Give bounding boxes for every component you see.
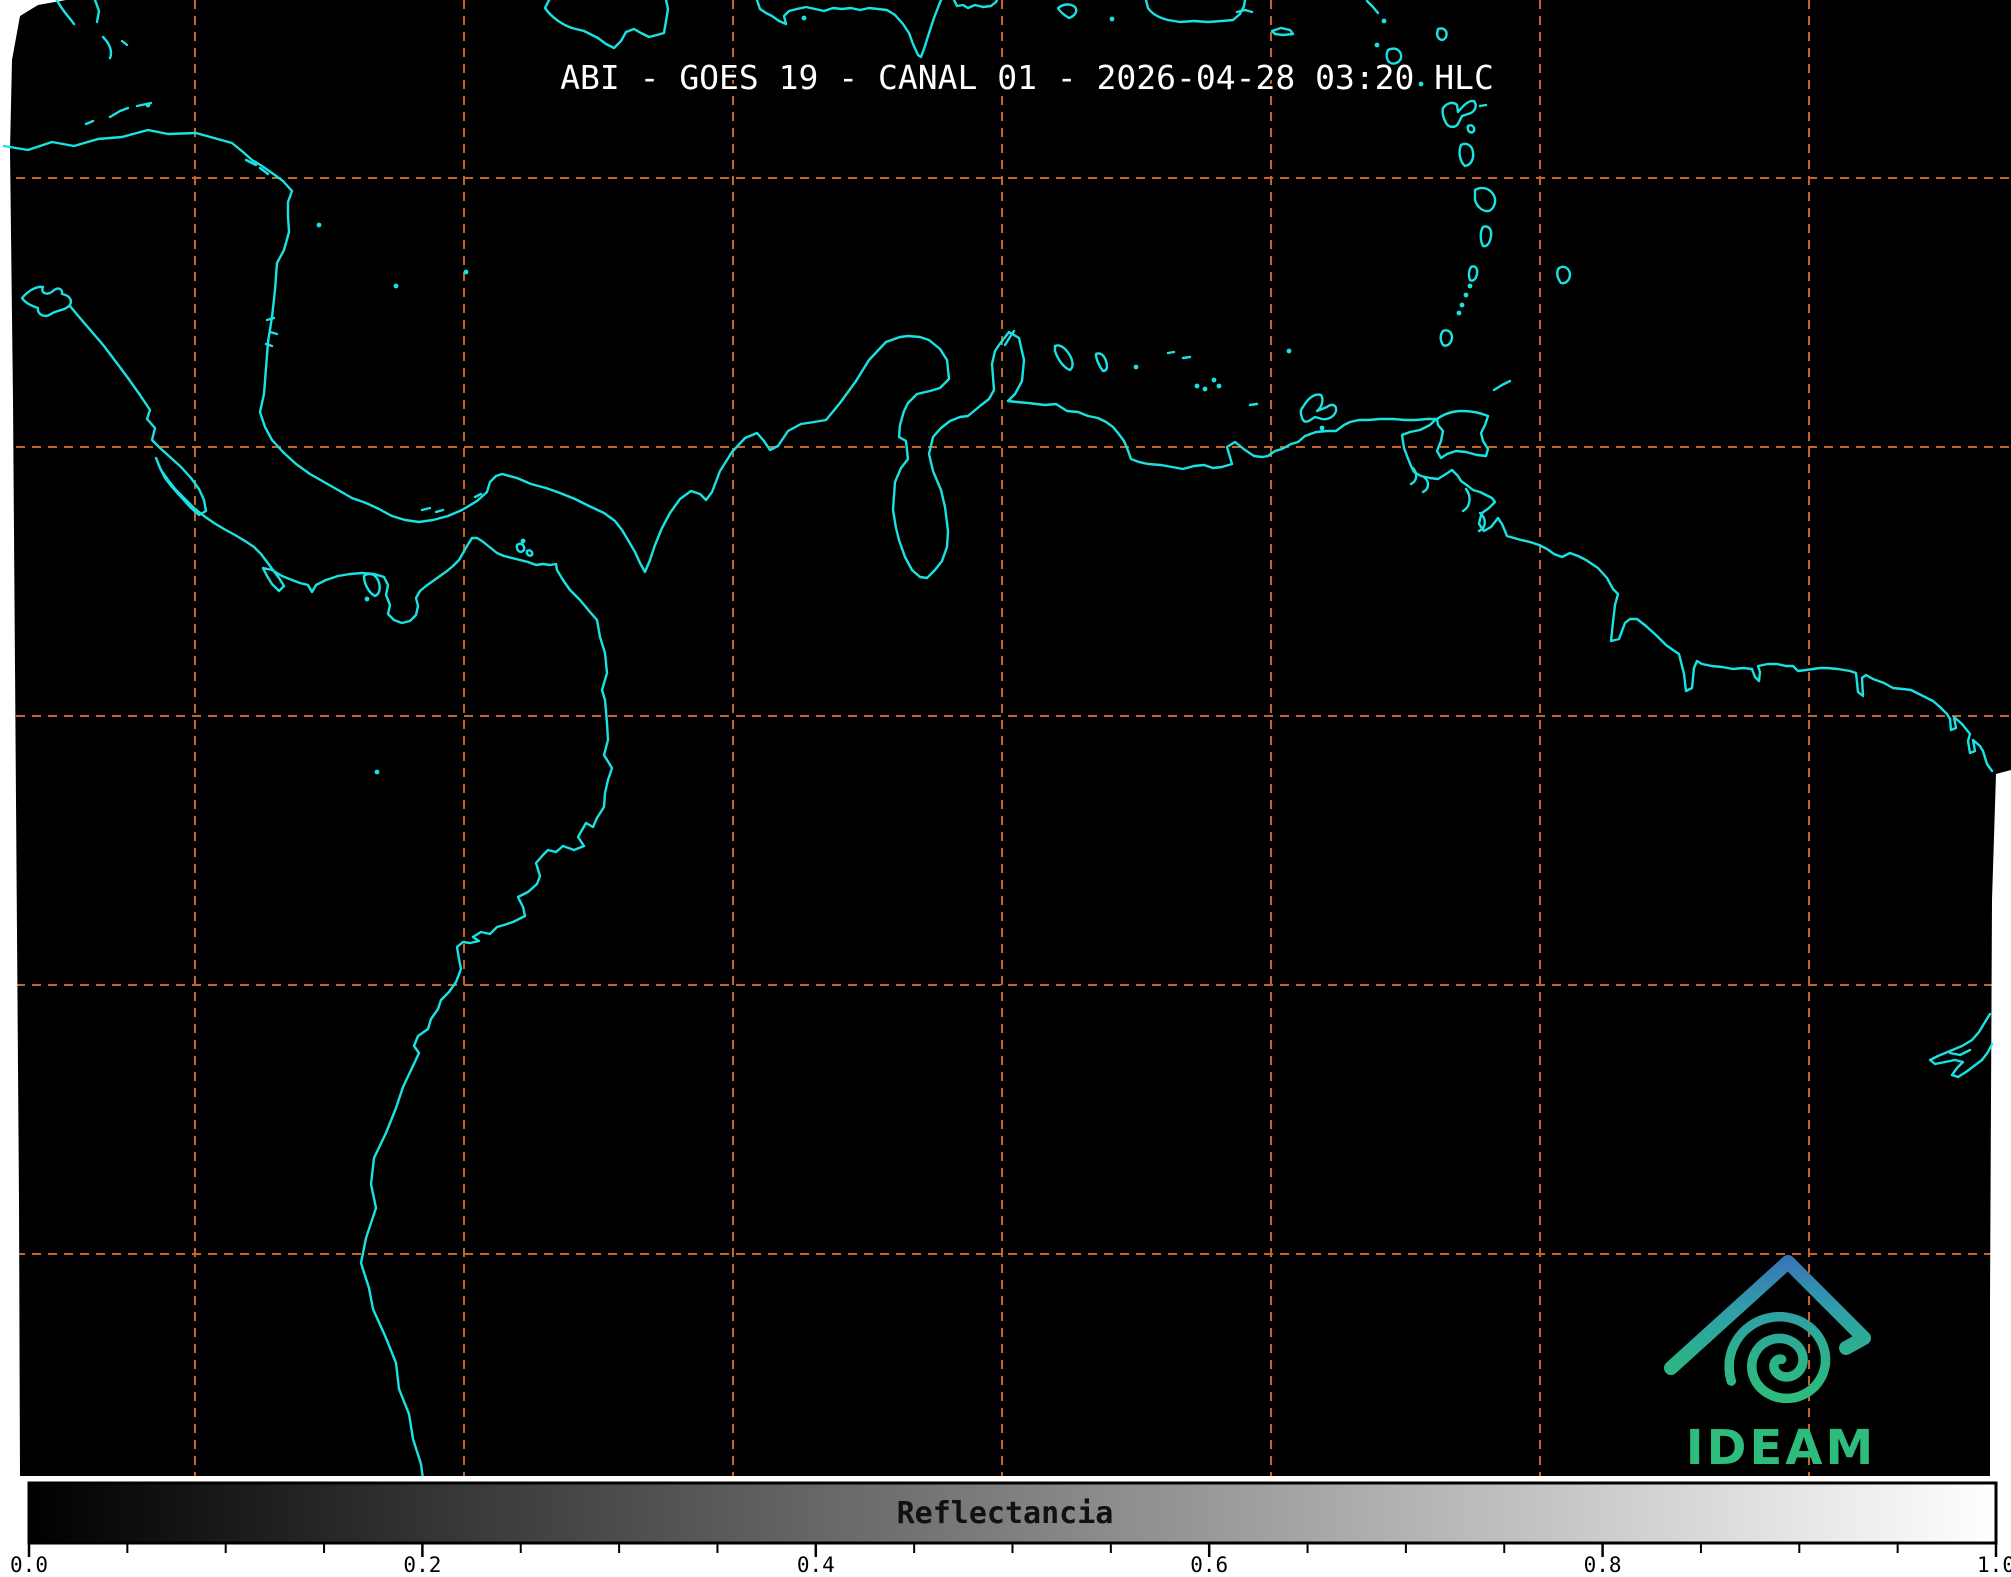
island-dot [1202, 386, 1208, 392]
island-dot [1109, 16, 1115, 22]
island-dot [1459, 302, 1465, 308]
island-dot [801, 15, 807, 21]
island-dot [1463, 292, 1469, 298]
colorbar-tick-label: 0.2 [403, 1553, 441, 1577]
map-title: ABI - GOES 19 - CANAL 01 - 2026-04-28 03… [560, 58, 1494, 97]
satellite-image-viewer: IDEAM ABI - GOES 19 - CANAL 01 - 2026-04… [0, 0, 2011, 1577]
island-dot [1319, 425, 1325, 431]
island-dot [1211, 377, 1217, 383]
colorbar-label: Reflectancia [897, 1496, 1114, 1531]
map-background [0, 0, 2011, 1479]
ideam-logo-text: IDEAM [1686, 1420, 1876, 1476]
map-area: IDEAM ABI - GOES 19 - CANAL 01 - 2026-04… [0, 0, 2011, 1479]
colorbar-tick-label: 0.0 [10, 1553, 48, 1577]
island-dot [463, 269, 469, 275]
island-dot [520, 538, 526, 544]
island-dot [1467, 283, 1473, 289]
no-data-region [1990, 770, 2011, 1479]
colorbar-tick-label: 0.6 [1190, 1553, 1228, 1577]
island-dot [1456, 310, 1462, 316]
island-dot [1374, 42, 1380, 48]
island-dot [374, 769, 380, 775]
island-dot [364, 596, 370, 602]
map-canvas: IDEAM ABI - GOES 19 - CANAL 01 - 2026-04… [0, 0, 2011, 1479]
island-dot [1381, 18, 1387, 24]
colorbar-tick-label: 0.4 [797, 1553, 835, 1577]
island-dot [316, 222, 322, 228]
island-dot [1286, 348, 1292, 354]
colorbar-tick-label: 0.8 [1584, 1553, 1622, 1577]
colorbar-canvas: 0.0 0.2 0.4 0.6 0.8 1.0 Reflectancia [0, 1479, 2011, 1577]
island-dot [1194, 383, 1200, 389]
colorbar-tick-label: 1.0 [1977, 1553, 2011, 1577]
colorbar: 0.0 0.2 0.4 0.6 0.8 1.0 Reflectancia [0, 1479, 2011, 1577]
island-dot [393, 283, 399, 289]
island-dot [1133, 364, 1139, 370]
island-dot [145, 102, 151, 108]
island-dot [1216, 383, 1222, 389]
